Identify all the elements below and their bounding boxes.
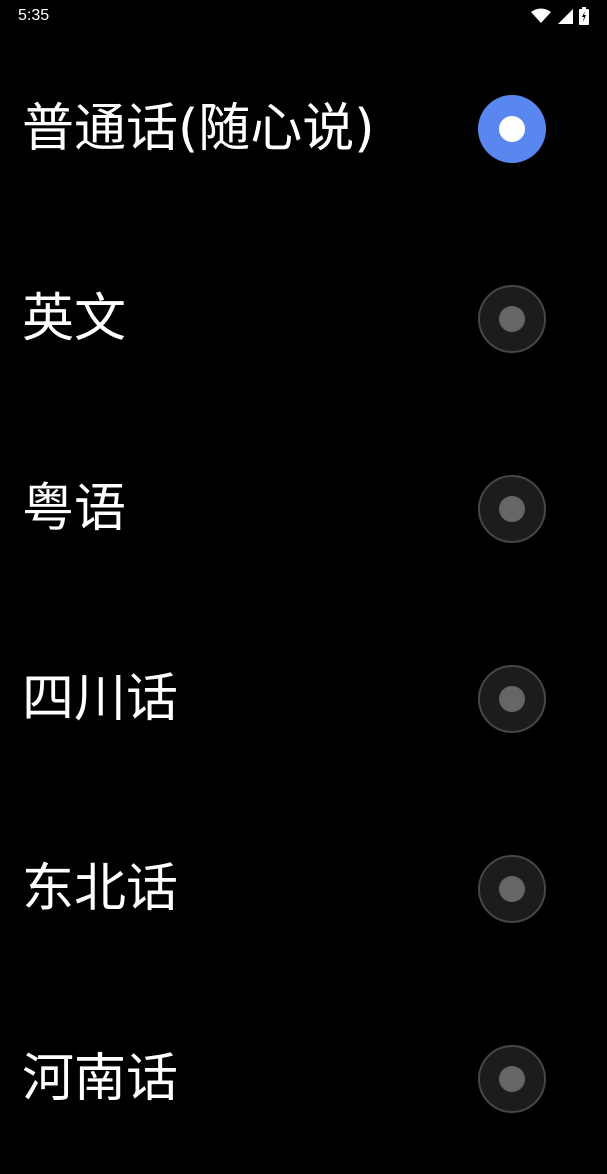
status-bar: 5:35 <box>0 0 607 34</box>
dialect-option-northeastern[interactable]: 东北话 <box>0 794 607 984</box>
dialect-label: 四川话 <box>22 669 179 729</box>
radio-button[interactable] <box>478 855 546 923</box>
radio-button[interactable] <box>478 1045 546 1113</box>
dialect-option-sichuan[interactable]: 四川话 <box>0 604 607 794</box>
status-time: 5:35 <box>18 7 50 24</box>
dialect-label: 英文 <box>22 289 127 349</box>
radio-button-selected[interactable] <box>478 95 546 163</box>
wifi-icon <box>531 8 551 28</box>
radio-dot <box>499 116 525 142</box>
radio-button[interactable] <box>478 665 546 733</box>
dialect-label: 河南话 <box>22 1049 179 1109</box>
radio-dot <box>499 1066 525 1092</box>
dialect-option-cantonese[interactable]: 粤语 <box>0 414 607 604</box>
radio-dot <box>499 686 525 712</box>
dialect-label: 普通话(随心说) <box>22 99 375 159</box>
status-icons <box>531 7 589 29</box>
radio-button[interactable] <box>478 475 546 543</box>
dialect-option-mandarin[interactable]: 普通话(随心说) <box>0 34 607 224</box>
dialect-label: 东北话 <box>22 859 179 919</box>
signal-icon <box>557 8 573 28</box>
radio-dot <box>499 496 525 522</box>
dialect-option-henan[interactable]: 河南话 <box>0 984 607 1174</box>
battery-icon <box>579 7 589 29</box>
radio-dot <box>499 306 525 332</box>
radio-button[interactable] <box>478 285 546 353</box>
dialect-option-english[interactable]: 英文 <box>0 224 607 414</box>
dialect-label: 粤语 <box>22 479 127 539</box>
radio-dot <box>499 876 525 902</box>
